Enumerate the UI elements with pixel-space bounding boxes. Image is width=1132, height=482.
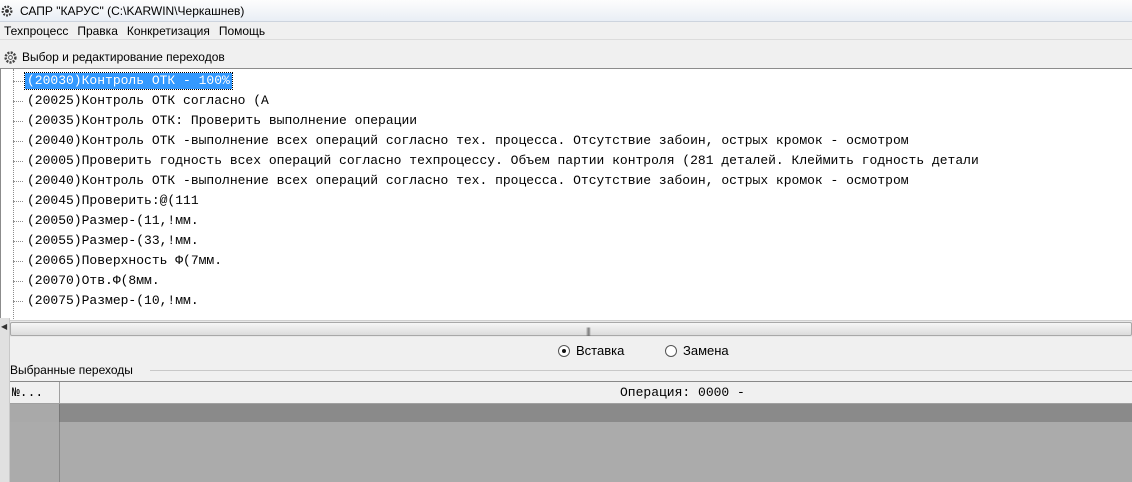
tree-item[interactable]: (20040)Контроль ОТК -выполнение всех опе… <box>1 172 1132 190</box>
panel-title: Выбор и редактирование переходов <box>22 50 225 64</box>
tree-item-label: (20030)Контроль ОТК - 100% <box>24 72 233 90</box>
tree-branch-line <box>13 121 23 122</box>
tree-branch-line <box>13 141 23 142</box>
tree-item[interactable]: (20025)Контроль ОТК согласно (А <box>1 92 1132 110</box>
tree-item[interactable]: (20065)Поверхность Ф(7мм. <box>1 252 1132 270</box>
horizontal-scrollbar[interactable]: ||| <box>10 320 1132 337</box>
scrollbar-thumb[interactable]: ||| <box>10 322 1132 336</box>
tree-branch-line <box>13 81 23 82</box>
tree-item-label: (20075)Размер-(10,!мм. <box>27 293 199 308</box>
operation-header: Операция: 0000 - <box>620 385 745 400</box>
tree-item[interactable]: (20045)Проверить:@(111 <box>1 192 1132 210</box>
column-separator <box>59 382 60 404</box>
tree-branch-line <box>13 261 23 262</box>
panel-header: Выбор и редактирование переходов <box>0 47 1132 67</box>
tree-branch-line <box>13 221 23 222</box>
menu-bar: Техпроцесс Правка Конкретизация Помощь <box>0 22 1132 40</box>
transitions-tree[interactable]: (20030)Контроль ОТК - 100% (20025)Контро… <box>0 68 1132 320</box>
tree-item-label: (20045)Проверить:@(111 <box>27 193 199 208</box>
tree-item-label: (20040)Контроль ОТК -выполнение всех опе… <box>27 133 909 148</box>
selected-transitions-grid[interactable]: №... Операция: 0000 - <box>10 381 1132 482</box>
replace-radio[interactable]: Замена <box>665 343 729 358</box>
tree-item[interactable]: (20055)Размер-(33,!мм. <box>1 232 1132 250</box>
grip-icon: ||| <box>586 326 591 336</box>
tree-item-label: (20055)Размер-(33,!мм. <box>27 233 199 248</box>
menu-edit[interactable]: Правка <box>73 22 123 40</box>
selected-transitions-label: Выбранные переходы <box>10 363 135 377</box>
tree-branch-line <box>13 241 23 242</box>
tree-branch-line <box>13 301 23 302</box>
tree-item-label: (20040)Контроль ОТК -выполнение всех опе… <box>27 173 909 188</box>
tree-item-label: (20065)Поверхность Ф(7мм. <box>27 253 223 268</box>
menu-help[interactable]: Помощь <box>215 22 270 40</box>
mode-radio-group: Вставка Замена <box>0 340 1132 360</box>
tree-item-label: (20050)Размер-(11,!мм. <box>27 213 199 228</box>
tree-branch-line <box>13 281 23 282</box>
tree-branch-line <box>13 181 23 182</box>
table-row[interactable] <box>60 404 1132 422</box>
tree-branch-line <box>13 161 23 162</box>
menu-techprocess[interactable]: Техпроцесс <box>0 22 73 40</box>
tree-item-label: (20070)Отв.Ф(8мм. <box>27 273 160 288</box>
row-header[interactable] <box>10 404 60 422</box>
title-bar: САПР "КАРУС" (C:\KARWIN\Черкашнев) <box>0 0 1132 22</box>
tree-branch-line <box>13 201 23 202</box>
tree-item[interactable]: (20075)Размер-(10,!мм. <box>1 292 1132 310</box>
radio-dot-icon <box>665 344 677 357</box>
number-column-header[interactable]: №... <box>12 385 43 400</box>
gear-icon <box>1 5 13 16</box>
tree-item[interactable]: (20035)Контроль ОТК: Проверить выполнени… <box>1 112 1132 130</box>
tree-item-label: (20025)Контроль ОТК согласно (А <box>27 93 269 108</box>
tree-item-label: (20005)Проверить годность всех операций … <box>27 153 979 168</box>
window-title: САПР "КАРУС" (C:\KARWIN\Черкашнев) <box>20 3 245 18</box>
menu-concretization[interactable]: Конкретизация <box>123 22 215 40</box>
tree-item[interactable]: (20040)Контроль ОТК -выполнение всех опе… <box>1 132 1132 150</box>
tree-branch-line <box>13 101 23 102</box>
insert-radio-label: Вставка <box>576 343 625 358</box>
tree-item[interactable]: (20030)Контроль ОТК - 100% <box>1 72 1132 90</box>
radio-dot-icon <box>558 344 570 357</box>
replace-radio-label: Замена <box>683 343 729 358</box>
scroll-left-icon[interactable]: ◀ <box>1 322 7 331</box>
tree-item-label: (20035)Контроль ОТК: Проверить выполнени… <box>27 113 418 128</box>
insert-radio[interactable]: Вставка <box>558 343 624 358</box>
group-divider <box>150 370 1132 371</box>
grid-header: №... Операция: 0000 - <box>10 382 1132 404</box>
tree-item[interactable]: (20070)Отв.Ф(8мм. <box>1 272 1132 290</box>
tree-item[interactable]: (20050)Размер-(11,!мм. <box>1 212 1132 230</box>
tree-item[interactable]: (20005)Проверить годность всех операций … <box>1 152 1132 170</box>
gear-icon <box>4 50 17 64</box>
